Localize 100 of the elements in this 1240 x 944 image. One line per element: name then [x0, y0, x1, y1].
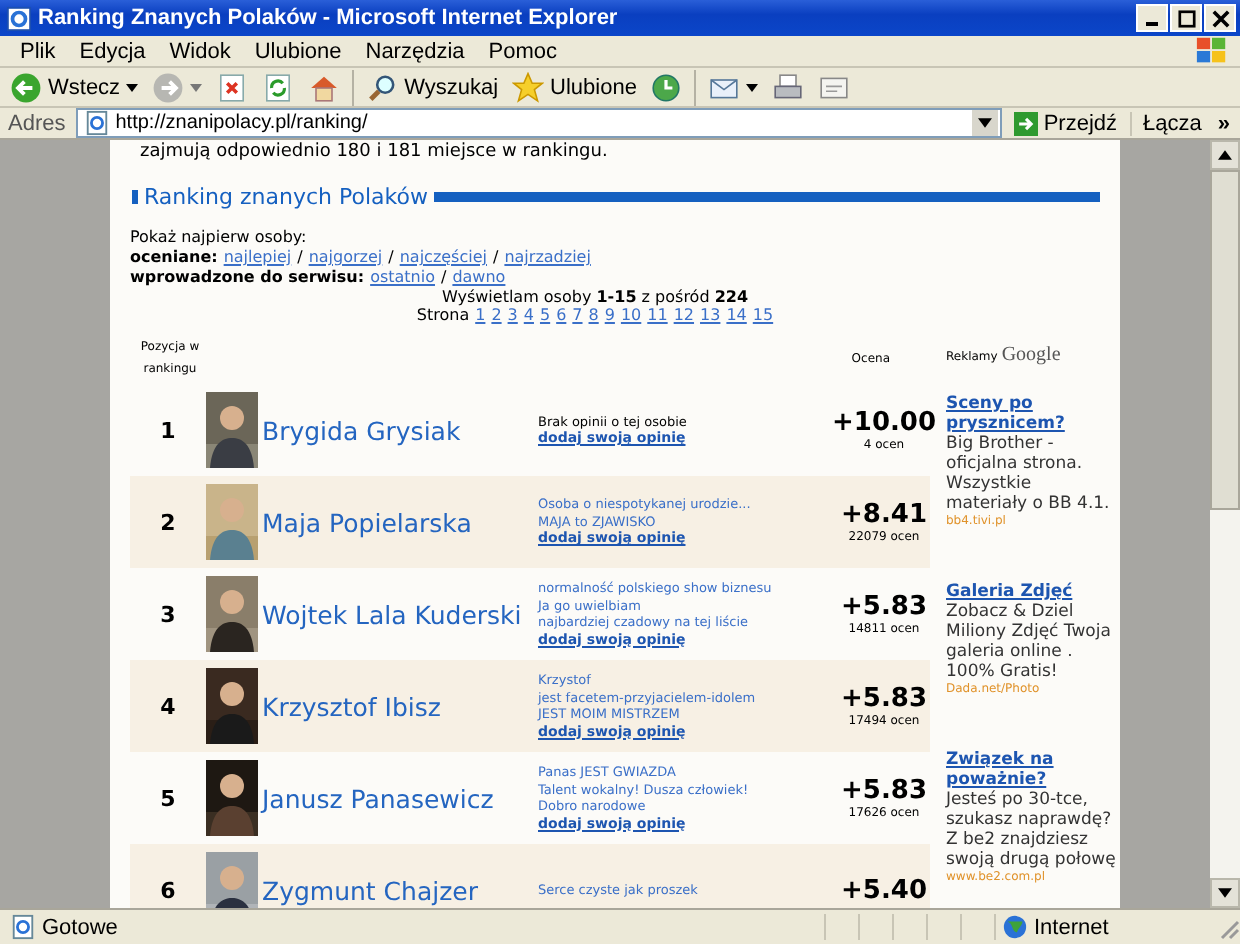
ad-title[interactable]: Galeria Zdjęć	[946, 582, 1116, 602]
close-icon	[1211, 9, 1229, 27]
separator-text: /	[493, 248, 499, 268]
sort-label: wprowadzone do serwisu:	[130, 268, 365, 288]
person-name[interactable]: Maja Popielarska	[262, 507, 538, 537]
person-name[interactable]: Brygida Grysiak	[262, 415, 538, 445]
maximize-button[interactable]	[1170, 4, 1202, 32]
menu-item[interactable]: Edycja	[67, 39, 158, 63]
page-icon	[10, 914, 36, 940]
address-label: Adres	[6, 111, 68, 135]
ad-title[interactable]: Związek na poważnie?	[946, 750, 1116, 790]
results-summary: Wyświetlam osoby 1-15 z pośród 224	[441, 288, 749, 306]
page-link[interactable]: 10	[620, 306, 642, 324]
page-link[interactable]: 7	[572, 306, 583, 324]
caret-icon	[746, 83, 759, 91]
page-link[interactable]: 9	[604, 306, 615, 324]
menu-item[interactable]: Widok	[157, 39, 243, 63]
section-heading: Ranking znanych Polaków	[144, 184, 428, 210]
refresh-icon	[262, 71, 295, 103]
rating-score: +5.83	[841, 592, 927, 622]
go-arrow-icon	[1013, 111, 1038, 135]
menu-item[interactable]: Ulubione	[242, 39, 354, 63]
page-link[interactable]: 4	[523, 306, 534, 324]
maximize-icon	[1177, 9, 1195, 27]
more-button[interactable]: »	[1211, 111, 1236, 135]
separator-text: /	[441, 268, 447, 288]
close-button[interactable]	[1204, 4, 1236, 32]
rank-number: 4	[158, 693, 178, 719]
sort-link[interactable]: najgorzej	[308, 248, 383, 268]
printer-icon	[772, 71, 805, 103]
page-link[interactable]: 13	[700, 306, 721, 324]
dropdown-arrow-icon	[977, 118, 992, 128]
scroll-down-icon	[1218, 888, 1232, 898]
page-icon	[83, 110, 110, 136]
rating-score: +10.00	[832, 408, 937, 438]
page-link[interactable]: 3	[507, 306, 518, 324]
ad-text: Zobacz & Dziel Miliony Zdjęć Twoja galeria online . 100% Gratis!	[946, 602, 1113, 682]
page-link[interactable]: 2	[491, 306, 502, 324]
person-name[interactable]: Krzysztof Ibisz	[262, 691, 538, 721]
security-zone: Internet	[1034, 915, 1109, 939]
rank-number: 1	[158, 417, 178, 443]
globe-icon	[1002, 914, 1028, 940]
pages-label: Strona	[416, 306, 470, 324]
caret-icon	[126, 83, 139, 91]
google-logo: Google	[1001, 344, 1061, 366]
person-name[interactable]: Janusz Panasewicz	[262, 783, 538, 813]
rating-score: +5.83	[841, 684, 927, 714]
rank-number: 6	[158, 877, 178, 903]
browser-icon	[6, 5, 32, 31]
clock-icon	[650, 71, 683, 103]
intro-text: zajmują odpowiednio 180 i 181 miejsce w rankingu.	[138, 140, 610, 164]
page-link[interactable]: 11	[647, 306, 668, 324]
sort-link[interactable]: dawno	[452, 268, 506, 288]
links-button[interactable]: Łącza	[1129, 111, 1206, 135]
rating-score: +5.83	[841, 776, 927, 806]
page-link[interactable]: 15	[752, 306, 774, 324]
caret-icon	[190, 83, 203, 91]
rating-score: +5.40	[841, 875, 927, 905]
ad-text: Jesteś po 30-tce, szukasz naprawdę? Z be2 znajdziesz swoją drugą połowę	[946, 790, 1116, 870]
stop-icon	[216, 71, 249, 103]
rank-number: 2	[158, 509, 178, 535]
sort-link[interactable]: najczęściej	[399, 248, 487, 268]
rating-score: +8.41	[841, 500, 927, 530]
person-name[interactable]: Zygmunt Chajzer	[262, 875, 538, 905]
scroll-up-icon	[1218, 150, 1232, 160]
page-link[interactable]: 1	[475, 306, 486, 324]
page-link[interactable]: 12	[673, 306, 695, 324]
ad-text: Big Brother - oficjalna strona. Wszystkie materiały o BB 4.1.	[946, 434, 1112, 514]
sort-link[interactable]: ostatnio	[370, 268, 435, 288]
menu-item[interactable]: Narzędzia	[353, 39, 477, 63]
search-icon	[366, 71, 399, 103]
rank-number: 3	[158, 601, 178, 627]
search-button[interactable]: Wyszukaj	[360, 69, 505, 105]
sort-label: oceniane:	[130, 248, 218, 268]
minimize-button[interactable]	[1136, 4, 1168, 32]
back-button[interactable]: Wstecz	[4, 69, 145, 105]
house-icon	[308, 71, 341, 103]
page-link[interactable]: 5	[539, 306, 551, 324]
resize-grip-icon[interactable]	[1216, 915, 1240, 939]
window-title: Ranking Znanych Polaków - Microsoft Internet Explorer	[38, 6, 620, 30]
ad-title[interactable]: Sceny po prysznicem?	[946, 394, 1116, 434]
scrollbar[interactable]	[1210, 140, 1240, 908]
page-link[interactable]: 6	[556, 306, 567, 324]
separator-text: /	[388, 248, 394, 268]
menu-item[interactable]: Plik	[8, 39, 68, 63]
separator-text: /	[297, 248, 303, 268]
rank-number: 5	[158, 785, 178, 811]
page-link[interactable]: 14	[726, 306, 747, 324]
sort-prompt: Pokaż najpierw osoby:	[130, 228, 309, 248]
person-name[interactable]: Wojtek Lala Kuderski	[262, 599, 538, 629]
minimize-icon	[1146, 21, 1158, 25]
address-field[interactable]: http://znanipolacy.pl/ranking/	[75, 108, 1002, 138]
sort-link[interactable]: najlepiej	[223, 248, 292, 268]
star-icon	[512, 71, 545, 103]
favorites-button[interactable]: Ulubione	[506, 69, 643, 105]
go-button[interactable]: Przejdź	[1007, 109, 1124, 137]
sort-link[interactable]: najrzadziej	[504, 248, 591, 268]
status-text: Gotowe	[42, 915, 120, 939]
page-link[interactable]: 8	[588, 306, 599, 324]
menu-item[interactable]: Pomoc	[476, 39, 570, 63]
